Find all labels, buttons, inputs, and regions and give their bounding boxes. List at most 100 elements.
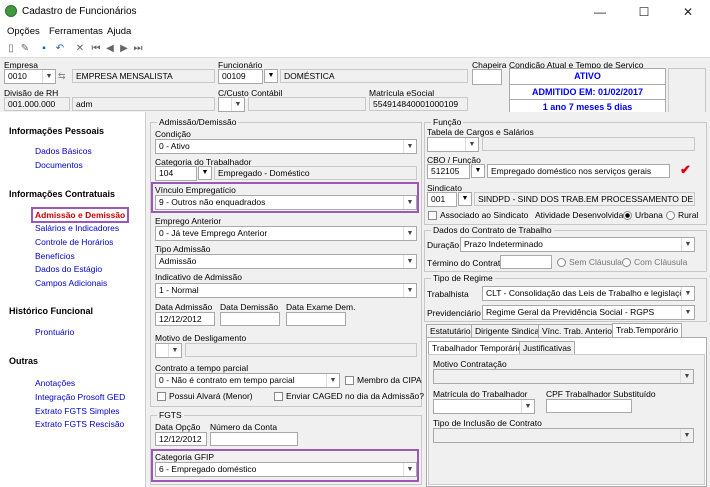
emprego-anterior-combo[interactable]: 0 - Já teve Emprego Anterior ▼ — [155, 226, 417, 241]
data-opcao-input[interactable]: 12/12/2012 — [155, 432, 207, 446]
chevron-down-icon[interactable]: ▼ — [403, 196, 416, 209]
ccusto-combo[interactable]: ▼ — [218, 97, 245, 112]
link-icon[interactable]: ⇆ — [58, 71, 70, 83]
urbana-radio[interactable] — [623, 211, 632, 220]
associado-checkbox[interactable] — [428, 211, 437, 220]
minimize-button[interactable]: — — [578, 0, 622, 24]
maximize-button[interactable]: ☐ — [622, 0, 666, 24]
cbo-code[interactable]: 512105 — [427, 164, 470, 179]
caged-checkbox[interactable] — [274, 392, 283, 401]
chevron-down-icon[interactable]: ▼ — [521, 400, 534, 413]
sindicato-code[interactable]: 001 — [427, 192, 457, 207]
empresa-code-combo[interactable]: 0010 ▼ — [4, 69, 56, 84]
urbana-label: Urbana — [635, 210, 663, 220]
nav-salarios[interactable]: Salários e Indicadores — [35, 223, 119, 233]
funcionario-search-button[interactable]: ▼ — [264, 69, 278, 83]
data-exame-input[interactable] — [286, 312, 346, 326]
nav-beneficios[interactable]: Benefícios — [35, 251, 75, 261]
nav-dados-estagio[interactable]: Dados do Estágio — [35, 264, 102, 274]
funcionario-code-combo[interactable]: 00109 — [218, 69, 263, 84]
cipa-checkbox[interactable] — [345, 376, 354, 385]
nav-anotacoes[interactable]: Anotações — [35, 378, 75, 388]
prev-record-icon[interactable]: ◀ — [104, 43, 116, 55]
cbo-dropdown[interactable]: ▼ — [471, 164, 485, 178]
first-record-icon[interactable]: ⏮ — [90, 43, 102, 55]
com-clausula-radio[interactable] — [622, 258, 631, 267]
cpf-substituido-input[interactable] — [546, 399, 632, 413]
contrato-parcial-combo[interactable]: 0 - Não é contrato em tempo parcial ▼ — [155, 373, 340, 388]
menu-ferramentas[interactable]: Ferramentas — [49, 26, 103, 37]
tab-trab-temporario[interactable]: Trab.Temporário — [612, 323, 683, 338]
chevron-down-icon[interactable]: ▼ — [403, 255, 416, 268]
numero-conta-input[interactable] — [210, 432, 298, 446]
save-icon[interactable]: ▪ — [38, 43, 50, 55]
chevron-down-icon[interactable]: ▼ — [681, 238, 694, 251]
trabalhista-combo[interactable]: CLT - Consolidação das Leis de Trabalho … — [482, 286, 695, 301]
chevron-down-icon[interactable]: ▼ — [681, 306, 694, 319]
chevron-down-icon[interactable]: ▼ — [403, 463, 416, 476]
tab-dirigente-sindical[interactable]: Dirigente Sindical — [471, 324, 546, 338]
chevron-down-icon[interactable]: ▼ — [680, 370, 693, 383]
nav-integracao-ged[interactable]: Integração Prosoft GED — [35, 392, 125, 402]
gfip-combo[interactable]: 6 - Empregado doméstico ▼ — [155, 462, 417, 477]
chevron-down-icon[interactable]: ▼ — [681, 287, 694, 300]
edit-icon[interactable]: ✎ — [19, 43, 31, 55]
previdenciario-combo[interactable]: Regime Geral da Previdência Social - RGP… — [482, 305, 695, 320]
data-demissao-input[interactable] — [220, 312, 280, 326]
contrato-parcial-label: Contrato a tempo parcial — [155, 363, 249, 373]
menu-ajuda[interactable]: Ajuda — [107, 26, 131, 37]
vinculo-combo[interactable]: 9 - Outros não enquadrados ▼ — [155, 195, 417, 210]
close-button[interactable]: ✕ — [666, 0, 710, 24]
nav-dados-basicos[interactable]: Dados Básicos — [35, 146, 92, 156]
nav-extrato-rescisao[interactable]: Extrato FGTS Rescisão — [35, 419, 124, 429]
subtab-justificativas[interactable]: Justificativas — [519, 341, 576, 355]
data-admissao-input[interactable]: 12/12/2012 — [155, 312, 215, 326]
termino-input[interactable] — [500, 255, 552, 269]
delete-icon[interactable]: ✕ — [74, 43, 86, 55]
categoria-dropdown[interactable]: ▼ — [198, 166, 212, 180]
tipo-admissao-combo[interactable]: Admissão ▼ — [155, 254, 417, 269]
duracao-combo[interactable]: Prazo Indeterminado ▼ — [460, 237, 695, 252]
last-record-icon[interactable]: ⏭ — [132, 43, 144, 55]
new-icon[interactable]: ▯ — [5, 43, 17, 55]
tabela-cargos-combo[interactable]: ▼ — [427, 137, 479, 152]
chevron-down-icon[interactable]: ▼ — [231, 98, 244, 111]
nav-documentos[interactable]: Documentos — [35, 160, 83, 170]
chevron-down-icon[interactable]: ▼ — [403, 227, 416, 240]
nav-campos-adicionais[interactable]: Campos Adicionais — [35, 278, 107, 288]
chapeira-input[interactable] — [472, 69, 502, 85]
sem-clausula-radio[interactable] — [557, 258, 566, 267]
indicativo-combo[interactable]: 1 - Normal ▼ — [155, 283, 417, 298]
nav-prontuario[interactable]: Prontuário — [35, 327, 74, 337]
categoria-code[interactable]: 104 — [155, 166, 197, 181]
nav-controle-horarios[interactable]: Controle de Horários — [35, 237, 113, 247]
rural-radio[interactable] — [666, 211, 675, 220]
matricula-trabalhador-combo[interactable]: ▼ — [433, 399, 535, 414]
sindicato-dropdown[interactable]: ▼ — [458, 192, 472, 206]
checkmark-icon[interactable]: ✔ — [680, 162, 691, 178]
tipo-inclusao-combo[interactable]: ▼ — [433, 428, 694, 443]
chevron-down-icon[interactable]: ▼ — [42, 70, 55, 83]
next-record-icon[interactable]: ▶ — [118, 43, 130, 55]
tab-estatutario[interactable]: Estatutário — [426, 324, 475, 338]
menu-opcoes[interactable]: Opções — [7, 26, 40, 37]
nav-admissao-demissao[interactable]: Admissão e Demissão — [31, 207, 130, 223]
chevron-down-icon[interactable]: ▼ — [403, 140, 416, 153]
photo-box[interactable] — [668, 68, 706, 116]
alvara-label: Possui Alvará (Menor) — [169, 391, 253, 401]
chevron-down-icon[interactable]: ▼ — [326, 374, 339, 387]
undo-icon[interactable]: ↶ — [54, 43, 66, 55]
subtab-trabalhador-temporario[interactable]: Trabalhador Temporário — [428, 341, 527, 355]
motivo-combo[interactable]: ▼ — [155, 343, 182, 358]
chevron-down-icon[interactable]: ▼ — [403, 284, 416, 297]
chevron-down-icon[interactable]: ▼ — [168, 344, 181, 357]
chevron-down-icon[interactable]: ▼ — [680, 429, 693, 442]
motivo-contratacao-combo[interactable]: ▼ — [433, 369, 694, 384]
associado-label: Associado ao Sindicato — [440, 210, 529, 220]
numero-conta-label: Número da Conta — [210, 422, 278, 432]
tab-vinc-trab-anterior[interactable]: Vínc. Trab. Anterior — [538, 324, 619, 338]
alvara-checkbox[interactable] — [157, 392, 166, 401]
nav-extrato-simples[interactable]: Extrato FGTS Simples — [35, 406, 120, 416]
chevron-down-icon[interactable]: ▼ — [465, 138, 478, 151]
condicao-combo[interactable]: 0 - Ativo ▼ — [155, 139, 417, 154]
